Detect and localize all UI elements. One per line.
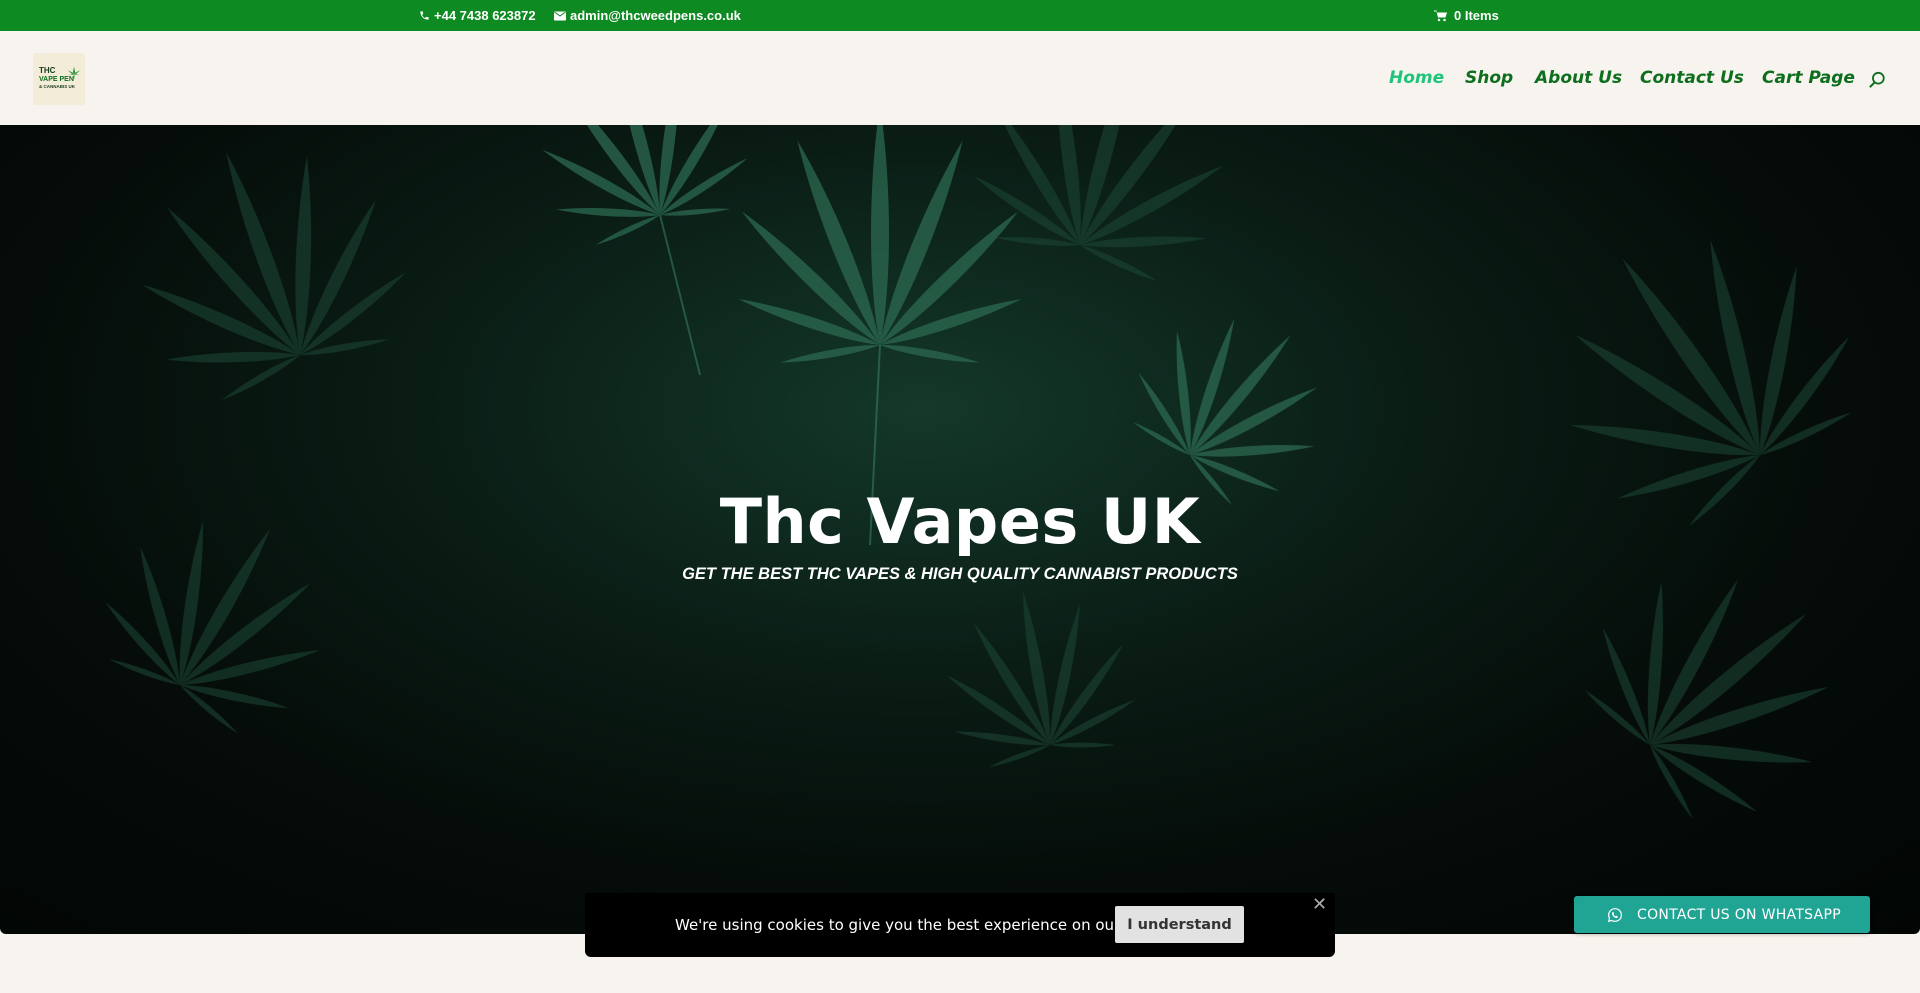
email-link[interactable]: admin@thcweedpens.co.uk (554, 0, 741, 31)
nav-contact-us[interactable]: Contact Us (1640, 68, 1744, 88)
cart-link[interactable]: 0 Items (1434, 0, 1499, 31)
nav-about-us[interactable]: About Us (1535, 68, 1622, 88)
close-icon[interactable]: ✕ (1312, 896, 1327, 914)
cart-count: 0 Items (1454, 8, 1499, 23)
envelope-icon (554, 11, 566, 20)
site-logo[interactable]: THC VAPE PEN & CANNABIS UK (33, 53, 85, 105)
search-button[interactable] (1868, 71, 1886, 94)
logo-text-line1: THC (39, 66, 56, 75)
nav-cart-page[interactable]: Cart Page (1762, 68, 1855, 88)
cookie-message: We're using cookies to give you the best… (675, 916, 1157, 934)
cannabis-leaf-icon (67, 66, 81, 79)
email-address: admin@thcweedpens.co.uk (570, 8, 741, 23)
nav-home[interactable]: Home (1389, 68, 1444, 88)
hero-section: Thc Vapes UK GET THE BEST THC VAPES & HI… (0, 125, 1920, 934)
whatsapp-label: CONTACT US ON WHATSAPP (1637, 906, 1841, 923)
cookie-accept-button[interactable]: I understand (1115, 906, 1244, 943)
whatsapp-icon (1607, 907, 1622, 922)
search-icon (1869, 71, 1885, 88)
hero-title: Thc Vapes UK (719, 485, 1201, 558)
shopping-cart-icon (1434, 10, 1447, 21)
logo-text-line3: & CANNABIS UK (39, 84, 75, 89)
nav-shop[interactable]: Shop (1465, 68, 1513, 88)
phone-number: +44 7438 623872 (434, 8, 536, 23)
top-bar: +44 7438 623872 admin@thcweedpens.co.uk … (0, 0, 1920, 31)
phone-icon (420, 11, 429, 20)
whatsapp-contact-button[interactable]: CONTACT US ON WHATSAPP (1574, 896, 1870, 933)
phone-link[interactable]: +44 7438 623872 (419, 0, 536, 31)
cookie-banner: ✕ We're using cookies to give you the be… (585, 893, 1335, 957)
hero-subtitle: GET THE BEST THC VAPES & HIGH QUALITY CA… (682, 565, 1238, 583)
site-header: THC VAPE PEN & CANNABIS UK (0, 31, 1920, 125)
